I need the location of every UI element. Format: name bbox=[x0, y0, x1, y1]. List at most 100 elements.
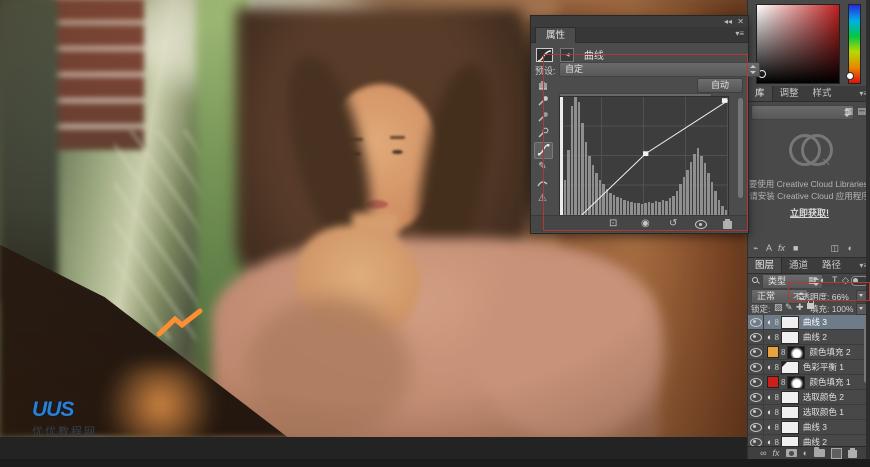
panel-titlebar[interactable]: ◂◂ ✕ bbox=[531, 16, 748, 27]
layer-name[interactable]: 曲线 3 bbox=[803, 316, 827, 328]
layer-mask-thumb[interactable] bbox=[781, 436, 799, 447]
panel-menu-icon[interactable]: ▾≡ bbox=[735, 29, 744, 38]
layer-mask-thumb[interactable] bbox=[781, 361, 799, 374]
fill-value[interactable]: 100% bbox=[832, 304, 854, 314]
layer-mask-thumb[interactable] bbox=[781, 391, 799, 404]
filter-type-icon[interactable]: T bbox=[832, 275, 838, 285]
clip-to-layer-button-icon[interactable]: ⊡ bbox=[609, 218, 617, 230]
mask-link-icon[interactable]: 8 bbox=[774, 318, 778, 327]
add-graphic-icon[interactable]: ⌁ bbox=[753, 243, 758, 254]
filter-pixel-icon[interactable]: ▦ bbox=[808, 275, 817, 286]
layer-visibility-eye-icon[interactable] bbox=[748, 390, 764, 404]
white-point-eyedropper-icon[interactable] bbox=[534, 126, 551, 141]
layer-name[interactable]: 颜色填充 2 bbox=[809, 346, 850, 358]
mask-link-icon[interactable]: 8 bbox=[774, 363, 778, 372]
layer-visibility-eye-icon[interactable] bbox=[748, 405, 764, 419]
preset-select[interactable]: 自定 bbox=[559, 62, 760, 77]
delete-layer-icon[interactable] bbox=[848, 448, 857, 458]
new-adjustment-icon[interactable]: ◐ bbox=[803, 448, 808, 458]
mask-link-icon[interactable]: 8 bbox=[774, 423, 778, 432]
add-character-style-icon[interactable]: A bbox=[766, 243, 772, 253]
histogram-warning-icon[interactable]: ⚠ bbox=[534, 192, 551, 207]
fill-color-thumb[interactable] bbox=[767, 376, 779, 388]
mask-link-icon[interactable]: 8 bbox=[774, 438, 778, 447]
layer-row[interactable]: ◐ 8 曲线 2 bbox=[748, 435, 870, 446]
new-layer-icon[interactable] bbox=[831, 448, 842, 459]
tab-properties[interactable]: 属性 bbox=[535, 27, 576, 43]
library-select[interactable] bbox=[751, 105, 854, 120]
smooth-curve-icon[interactable] bbox=[534, 176, 551, 191]
hue-marker-icon[interactable] bbox=[846, 72, 854, 80]
layer-name[interactable]: 选取颜色 1 bbox=[803, 406, 844, 418]
layer-visibility-eye-icon[interactable] bbox=[748, 345, 764, 359]
list-view-icon[interactable]: ▤ bbox=[857, 106, 866, 117]
add-mask-icon[interactable] bbox=[786, 449, 797, 457]
filter-shape-icon[interactable]: ◇ bbox=[842, 275, 849, 286]
mask-link-icon[interactable]: 8 bbox=[781, 348, 785, 357]
gray-point-eyedropper-icon[interactable] bbox=[534, 110, 551, 125]
tab-libraries[interactable]: 库 bbox=[748, 86, 773, 101]
curves-histogram[interactable] bbox=[559, 96, 729, 216]
layer-visibility-eye-icon[interactable] bbox=[748, 435, 764, 446]
layer-mask-thumb[interactable] bbox=[787, 346, 805, 359]
lock-pixels-icon[interactable]: ✎ bbox=[785, 302, 793, 313]
collapse-icon[interactable]: ◂◂ bbox=[724, 16, 732, 27]
layer-mask-thumb[interactable] bbox=[781, 421, 799, 434]
layer-style-icon[interactable]: fx bbox=[773, 448, 780, 458]
layer-mask-thumb[interactable] bbox=[781, 406, 799, 419]
visibility-eye-icon[interactable] bbox=[695, 220, 707, 233]
layer-row[interactable]: ◐ 8 色彩平衡 1 bbox=[748, 360, 870, 375]
panel-scrollbar[interactable] bbox=[738, 98, 743, 198]
layer-name[interactable]: 选取颜色 2 bbox=[803, 391, 844, 403]
layer-name[interactable]: 颜色填充 1 bbox=[809, 376, 850, 388]
add-layer-style-icon[interactable]: fx bbox=[778, 243, 785, 253]
layer-row[interactable]: ◐ 8 曲线 3 bbox=[748, 315, 870, 330]
black-point-eyedropper-icon[interactable] bbox=[534, 94, 551, 109]
palette-icon[interactable]: ◐ bbox=[848, 243, 853, 253]
close-icon[interactable]: ✕ bbox=[737, 16, 744, 27]
clip-to-layer-icon[interactable]: ◂ bbox=[560, 48, 574, 62]
auto-button[interactable]: 自动 bbox=[697, 78, 743, 93]
sync-icon[interactable]: ◫ bbox=[830, 243, 839, 254]
layer-row[interactable]: ◐ 8 曲线 2 bbox=[748, 330, 870, 345]
mask-link-icon[interactable]: 8 bbox=[774, 393, 778, 402]
layer-visibility-eye-icon[interactable] bbox=[748, 375, 764, 389]
layer-visibility-eye-icon[interactable] bbox=[748, 315, 764, 329]
edit-points-icon[interactable] bbox=[534, 142, 553, 159]
add-color-icon[interactable]: ■ bbox=[793, 243, 798, 253]
layer-row[interactable]: ◐ 8 曲线 3 bbox=[748, 420, 870, 435]
lock-transparency-icon[interactable]: ▨ bbox=[774, 302, 783, 313]
layer-visibility-eye-icon[interactable] bbox=[748, 330, 764, 344]
opacity-value[interactable]: 66% bbox=[832, 292, 849, 302]
targeted-adjustment-icon[interactable] bbox=[534, 78, 551, 93]
mask-link-icon[interactable]: 8 bbox=[781, 378, 785, 387]
grid-view-icon[interactable]: ▦ bbox=[844, 106, 853, 117]
link-layers-icon[interactable]: ∞ bbox=[760, 448, 766, 458]
layer-mask-thumb[interactable] bbox=[787, 376, 805, 389]
view-previous-state-icon[interactable]: ◉ bbox=[641, 218, 650, 230]
layer-name[interactable]: 曲线 2 bbox=[803, 436, 827, 446]
layer-row[interactable]: ◐ 8 选取颜色 1 bbox=[748, 405, 870, 420]
lock-position-icon[interactable]: ✚ bbox=[796, 302, 804, 313]
tab-layers[interactable]: 图层 bbox=[748, 258, 782, 273]
reset-icon[interactable]: ↺ bbox=[669, 218, 677, 230]
tone-curve[interactable] bbox=[560, 97, 728, 215]
layer-mask-thumb[interactable] bbox=[781, 331, 799, 344]
layer-row[interactable]: ◐ 8 选取颜色 2 bbox=[748, 390, 870, 405]
delete-adjustment-icon[interactable] bbox=[723, 219, 732, 233]
layer-visibility-eye-icon[interactable] bbox=[748, 360, 764, 374]
get-it-now-link[interactable]: 立即获取! bbox=[748, 206, 870, 219]
tab-adjustments[interactable]: 调整 bbox=[773, 86, 806, 101]
new-group-icon[interactable] bbox=[814, 449, 825, 457]
mask-link-icon[interactable]: 8 bbox=[774, 408, 778, 417]
mask-link-icon[interactable]: 8 bbox=[774, 333, 778, 342]
layer-name[interactable]: 曲线 3 bbox=[803, 421, 827, 433]
layer-name[interactable]: 色彩平衡 1 bbox=[803, 361, 844, 373]
layer-mask-thumb[interactable] bbox=[781, 316, 799, 329]
tab-paths[interactable]: 路径 bbox=[815, 258, 848, 273]
tab-styles[interactable]: 样式 bbox=[806, 86, 839, 101]
layer-visibility-eye-icon[interactable] bbox=[748, 420, 764, 434]
draw-curve-pencil-icon[interactable]: ✎ bbox=[534, 160, 551, 175]
layer-name[interactable]: 曲线 2 bbox=[803, 331, 827, 343]
layer-row[interactable]: 8 颜色填充 2 bbox=[748, 345, 870, 360]
